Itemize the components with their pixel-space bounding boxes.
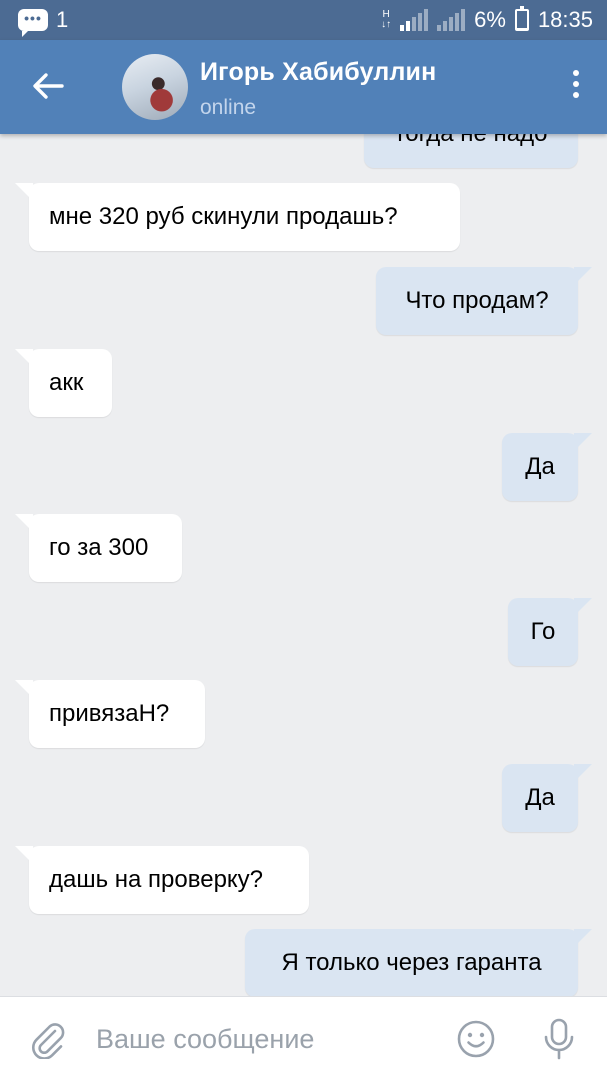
message-bubble-outgoing[interactable]: Я только через гаранта bbox=[245, 929, 592, 996]
message-bubble-incoming[interactable]: го за 300 bbox=[15, 514, 182, 582]
message-icon: ••• bbox=[18, 9, 48, 37]
message-bubble-incoming[interactable]: мне 320 руб скинули продашь? bbox=[15, 183, 460, 251]
message-text: привязаН? bbox=[49, 700, 170, 727]
contact-name[interactable]: Игорь Хабибуллин bbox=[200, 58, 436, 87]
data-arrows-icon: ↓↑ bbox=[381, 19, 392, 30]
status-bar: ••• 1 H ↓↑ 6% 18:35 bbox=[0, 0, 607, 40]
notification-count: 1 bbox=[56, 7, 69, 32]
message-list[interactable]: тогда не надо мне 320 руб скинули продаш… bbox=[0, 134, 607, 996]
battery-percent: 6% bbox=[474, 7, 506, 32]
emoji-button[interactable] bbox=[456, 1019, 496, 1059]
message-bubble-incoming[interactable]: акк bbox=[15, 349, 112, 417]
back-button[interactable] bbox=[30, 68, 66, 104]
message-text: Да bbox=[525, 453, 555, 480]
message-bubble-outgoing[interactable]: Да bbox=[502, 433, 592, 501]
message-text: Го bbox=[530, 618, 556, 645]
message-bubble-outgoing[interactable]: Что продам? bbox=[376, 267, 592, 335]
message-bubble-incoming[interactable]: привязаН? bbox=[15, 680, 205, 748]
more-menu-button[interactable] bbox=[571, 70, 581, 104]
message-text: тогда не надо bbox=[395, 134, 548, 147]
message-bubble-outgoing[interactable]: Го bbox=[508, 598, 592, 666]
message-text: акк bbox=[49, 369, 84, 396]
avatar[interactable] bbox=[122, 54, 188, 120]
chat-header: Игорь Хабибуллин online bbox=[0, 40, 607, 134]
message-bubble-outgoing[interactable]: тогда не надо bbox=[364, 134, 578, 168]
status-bar-left: ••• 1 bbox=[18, 7, 69, 37]
contact-status: online bbox=[200, 96, 257, 119]
battery-icon bbox=[514, 6, 529, 31]
microphone-icon bbox=[544, 1018, 574, 1060]
message-input[interactable] bbox=[96, 1015, 426, 1063]
message-composer bbox=[0, 996, 607, 1080]
message-text: дашь на проверку? bbox=[49, 866, 264, 893]
signal-icon bbox=[400, 9, 429, 31]
voice-message-button[interactable] bbox=[542, 1017, 576, 1061]
paperclip-icon bbox=[31, 1023, 65, 1060]
attach-button[interactable] bbox=[28, 1019, 68, 1060]
message-text: Я только через гаранта bbox=[281, 949, 542, 976]
message-text: Да bbox=[525, 784, 555, 811]
message-text: мне 320 руб скинули продашь? bbox=[49, 203, 398, 230]
clock: 18:35 bbox=[537, 7, 593, 32]
message-text: Что продам? bbox=[405, 287, 549, 314]
message-bubble-outgoing[interactable]: Да bbox=[502, 764, 592, 832]
signal-icon-secondary bbox=[437, 9, 466, 31]
more-vertical-icon bbox=[571, 70, 581, 98]
network-type: H ↓↑ bbox=[381, 10, 391, 30]
smiley-icon bbox=[457, 1020, 495, 1058]
message-text: го за 300 bbox=[49, 534, 149, 561]
message-bubble-incoming[interactable]: дашь на проверку? bbox=[15, 846, 309, 914]
arrow-left-icon bbox=[33, 73, 64, 99]
status-bar-right: H ↓↑ 6% 18:35 bbox=[381, 6, 593, 33]
